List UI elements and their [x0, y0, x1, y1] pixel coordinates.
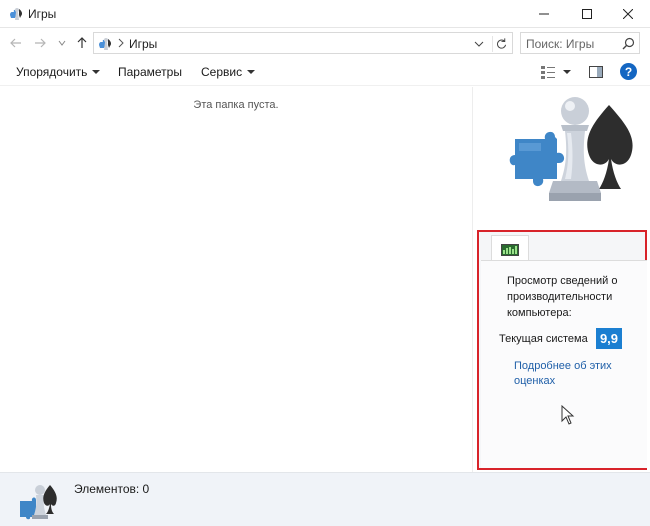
- minimize-icon: [539, 13, 549, 15]
- search-box[interactable]: [520, 32, 640, 54]
- window-title: Игры: [28, 7, 57, 21]
- details-pane: Элементов: 0: [0, 472, 650, 526]
- organize-menu[interactable]: Упорядочить: [16, 65, 101, 79]
- options-label: Параметры: [118, 65, 182, 79]
- up-arrow-icon: [77, 37, 87, 48]
- address-bar[interactable]: Игры: [93, 32, 513, 54]
- view-options-dropdown-icon[interactable]: [563, 70, 571, 74]
- performance-title: Просмотр сведений о производительности к…: [507, 275, 618, 319]
- current-system-label: Текущая система: [499, 333, 588, 345]
- chevron-down-icon: [92, 70, 101, 74]
- performance-highlight: Просмотр сведений о производительности к…: [477, 230, 647, 470]
- chevron-right-icon: [118, 38, 124, 48]
- item-count: Элементов: 0: [74, 482, 150, 496]
- back-arrow-icon: [10, 38, 21, 48]
- forward-arrow-icon: [35, 38, 46, 48]
- up-button[interactable]: [74, 35, 90, 51]
- maximize-button[interactable]: [567, 0, 607, 28]
- score-details-link[interactable]: Подробнее об этих оценках: [514, 359, 624, 389]
- title-bar: Игры: [0, 0, 650, 28]
- address-dropdown-icon[interactable]: [472, 37, 486, 51]
- back-button[interactable]: [8, 35, 24, 51]
- performance-card: Просмотр сведений о производительности к…: [481, 261, 647, 468]
- performance-tab[interactable]: [491, 235, 529, 261]
- maximize-icon: [582, 9, 592, 19]
- games-icon: [99, 38, 112, 50]
- close-icon: [623, 9, 633, 19]
- search-icon[interactable]: [622, 37, 635, 50]
- refresh-icon[interactable]: [492, 36, 508, 52]
- performance-meter-icon: [501, 244, 519, 256]
- preview-pane-icon[interactable]: [588, 64, 604, 80]
- service-menu[interactable]: Сервис: [201, 65, 256, 79]
- empty-folder-message: Эта папка пуста.: [193, 99, 279, 111]
- recent-locations-button[interactable]: [54, 35, 70, 51]
- command-bar: Упорядочить Параметры Сервис ?: [0, 58, 650, 86]
- file-list[interactable]: Эта папка пуста.: [0, 87, 472, 472]
- service-label: Сервис: [201, 65, 243, 79]
- breadcrumb[interactable]: Игры: [129, 37, 157, 51]
- performance-score-badge: 9,9: [596, 328, 622, 349]
- recent-dropdown-icon: [58, 40, 66, 46]
- games-icon: [10, 8, 23, 20]
- minimize-button[interactable]: [524, 0, 564, 28]
- close-button[interactable]: [608, 0, 648, 28]
- search-input[interactable]: [526, 36, 618, 51]
- games-logo-icon: [509, 97, 633, 201]
- options-button[interactable]: Параметры: [118, 65, 182, 79]
- chevron-down-icon: [247, 70, 256, 74]
- view-options-icon[interactable]: [540, 64, 556, 80]
- navigation-bar: Игры: [0, 29, 650, 57]
- preview-pane: Просмотр сведений о производительности к…: [473, 87, 650, 472]
- help-icon[interactable]: ?: [620, 63, 637, 80]
- organize-label: Упорядочить: [16, 65, 88, 79]
- mouse-cursor-icon: [561, 405, 575, 425]
- forward-button[interactable]: [32, 35, 48, 51]
- games-icon: [20, 485, 57, 520]
